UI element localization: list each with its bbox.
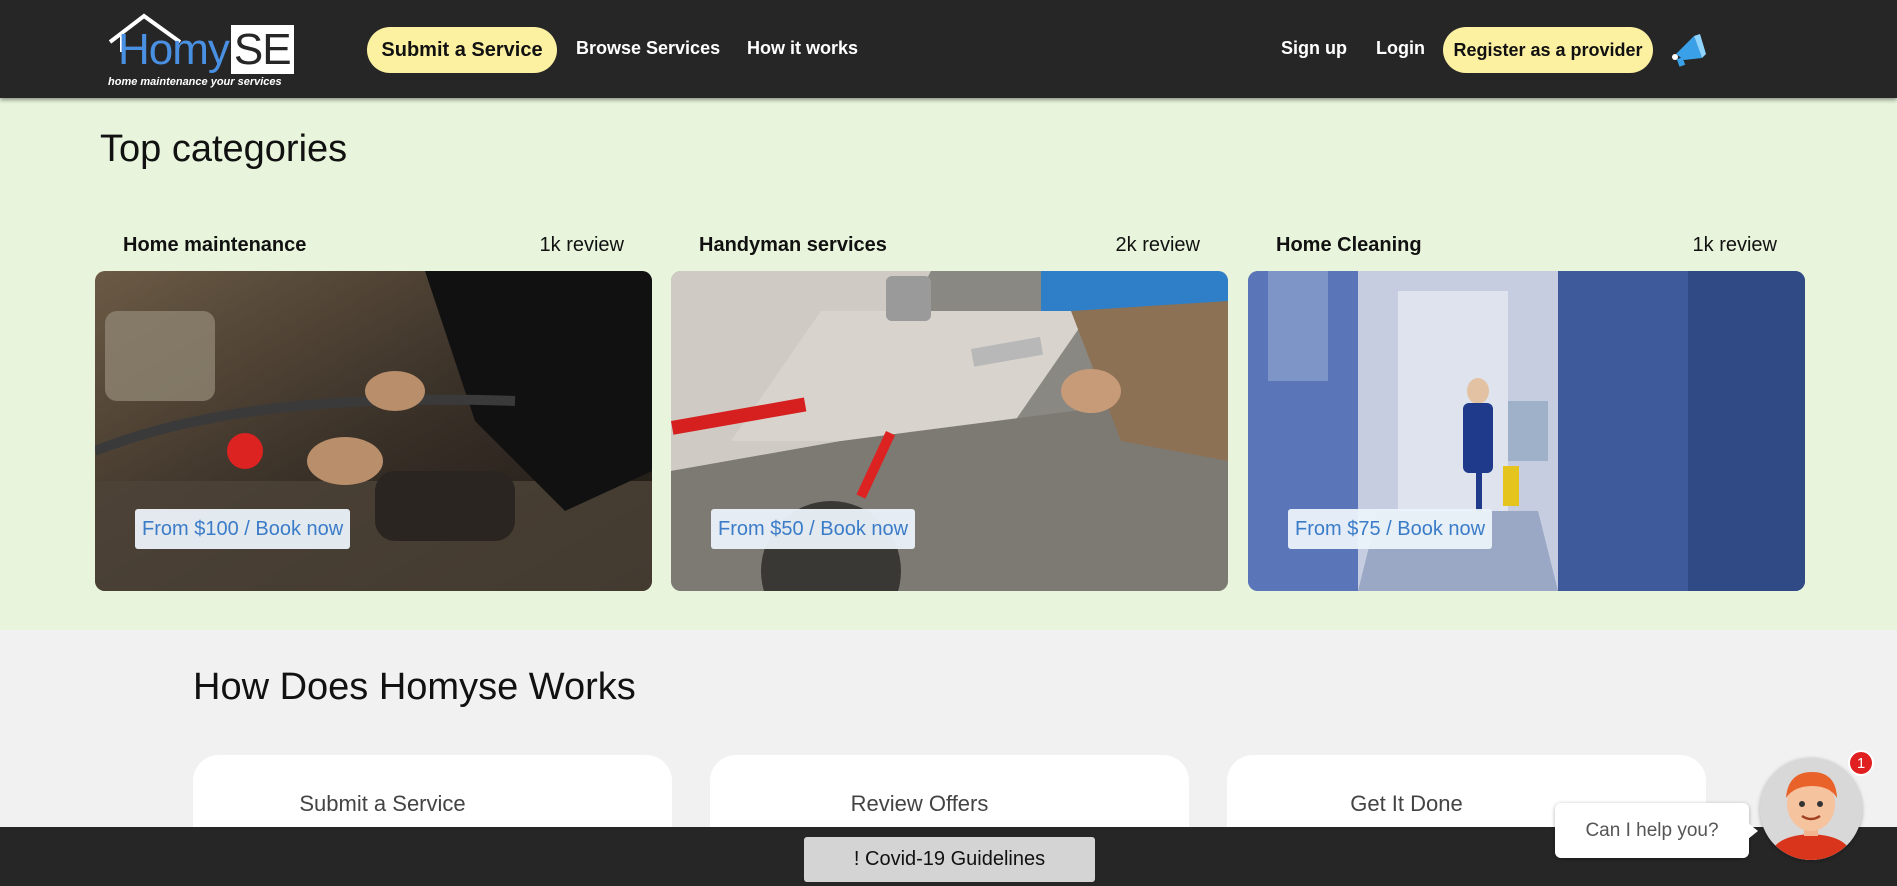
site-header: Homy SE home maintenance your services Su…	[0, 0, 1897, 98]
book-now-price-link[interactable]: From $50 / Book now	[711, 509, 916, 549]
category-image[interactable]: From $50 / Book now	[671, 271, 1228, 591]
category-name: Home Cleaning	[1276, 234, 1422, 256]
register-provider-button[interactable]: Register as a provider	[1443, 27, 1653, 73]
category-image[interactable]: From $75 / Book now	[1248, 271, 1805, 591]
how-it-works-link[interactable]: How it works	[747, 38, 858, 59]
homyse-logo[interactable]: Homy SE home maintenance your services	[106, 12, 296, 90]
book-now-price-link[interactable]: From $100 / Book now	[135, 509, 351, 549]
covid-guidelines-button[interactable]: ! Covid-19 Guidelines	[804, 837, 1095, 882]
category-image[interactable]: From $100 / Book now	[95, 271, 652, 591]
support-agent-icon	[1760, 758, 1862, 860]
review-count: 1k review	[539, 234, 624, 256]
how-it-works-title: How Does Homyse Works	[193, 666, 636, 708]
category-name: Home maintenance	[123, 234, 307, 256]
megaphone-icon[interactable]	[1670, 30, 1710, 70]
step-title: Review Offers	[850, 791, 989, 816]
review-count: 2k review	[1115, 234, 1200, 256]
chat-prompt-bubble[interactable]: Can I help you?	[1555, 803, 1758, 858]
login-link[interactable]: Login	[1376, 38, 1425, 59]
browse-services-link[interactable]: Browse Services	[576, 38, 720, 59]
book-now-price-link[interactable]: From $75 / Book now	[1288, 509, 1493, 549]
submit-service-button[interactable]: Submit a Service	[367, 27, 557, 73]
notification-badge: 1	[1848, 750, 1874, 776]
category-name: Handyman services	[699, 234, 887, 256]
review-count: 1k review	[1692, 234, 1777, 256]
top-categories-section: Top categories Home maintenance 1k revie…	[0, 98, 1897, 630]
section-title: Top categories	[100, 128, 348, 170]
logo-tagline: home maintenance your services	[108, 76, 282, 88]
chat-avatar-button[interactable]	[1760, 758, 1862, 860]
logo-wordmark: Homy SE	[118, 25, 294, 74]
sign-up-link[interactable]: Sign up	[1281, 38, 1347, 59]
step-title: Submit a Service	[299, 791, 466, 816]
